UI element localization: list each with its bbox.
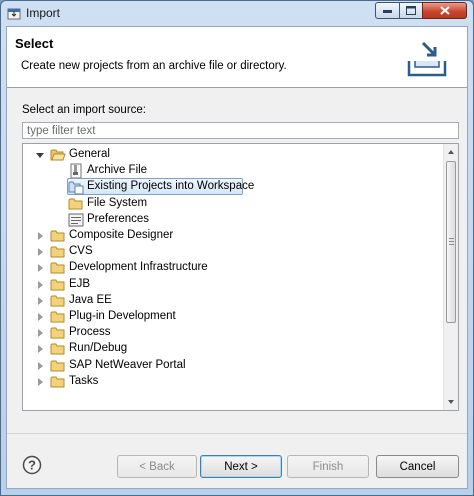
maximize-icon <box>406 6 416 15</box>
tree-item-label: Existing Projects into Workspace <box>87 180 255 193</box>
tree-item[interactable]: SAP NetWeaver Portal <box>23 358 441 374</box>
folder-open-icon <box>50 149 66 161</box>
folder-icon <box>50 262 65 274</box>
tree-item-label: Java EE <box>69 293 112 306</box>
tree-item[interactable]: Archive File <box>23 163 441 179</box>
minimize-button[interactable] <box>375 2 400 19</box>
folder-icon <box>50 279 65 291</box>
preferences-icon <box>68 213 84 227</box>
minimize-icon <box>383 9 392 13</box>
collapse-arrow-icon[interactable] <box>38 313 43 321</box>
scroll-down-icon[interactable] <box>448 400 454 404</box>
tree-item-label: General <box>69 148 110 160</box>
close-icon <box>439 6 450 15</box>
collapse-arrow-icon[interactable] <box>38 296 43 305</box>
collapse-arrow-icon[interactable] <box>38 377 43 386</box>
window-title: Import <box>26 6 61 20</box>
collapse-arrow-icon[interactable] <box>38 329 43 338</box>
next-button[interactable]: Next > <box>200 455 282 478</box>
tree-item-label: File System <box>87 196 148 209</box>
tree-item[interactable]: Run/Debug <box>23 341 441 357</box>
projects-icon <box>68 181 84 195</box>
tree-item[interactable]: Java EE <box>23 293 441 309</box>
collapse-arrow-icon[interactable] <box>38 345 43 354</box>
tree-item-label: Development Infrastructure <box>69 261 208 274</box>
tree-item[interactable]: Tasks <box>23 374 441 390</box>
tree-item-label: SAP NetWeaver Portal <box>69 358 186 371</box>
tree-item[interactable]: Preferences <box>23 212 441 228</box>
tree-item[interactable]: General <box>23 147 441 163</box>
collapse-arrow-icon[interactable] <box>38 232 43 240</box>
folder-icon <box>50 360 65 372</box>
page-title: Select <box>15 36 54 51</box>
tree-item[interactable]: EJB <box>23 277 441 293</box>
folder-icon <box>50 311 65 323</box>
import-source-tree[interactable]: General Archive File Existing Projects int… <box>22 143 459 411</box>
tree-item-label: EJB <box>69 277 91 290</box>
import-source-label: Select an import source: <box>22 104 147 116</box>
finish-button[interactable]: Finish <box>287 455 369 478</box>
tree-item-label: Process <box>69 326 111 339</box>
scrollbar-thumb[interactable] <box>446 161 456 323</box>
cancel-button[interactable]: Cancel <box>376 455 459 478</box>
import-banner-icon <box>407 41 447 77</box>
tree-item[interactable]: CVS <box>23 244 441 260</box>
tree-item[interactable]: Existing Projects into Workspace <box>23 178 441 196</box>
collapse-arrow-icon[interactable] <box>38 361 43 370</box>
tree-item-label: Plug-in Development <box>69 310 176 322</box>
dialog-client-area: Select Create new projects from an archi… <box>6 26 468 489</box>
back-button[interactable]: < Back <box>117 455 197 478</box>
help-icon[interactable]: ? <box>22 455 42 475</box>
scroll-up-icon[interactable] <box>448 150 454 154</box>
import-dialog: Import Select Create new projects from a… <box>0 0 474 496</box>
folder-icon <box>68 198 83 210</box>
collapse-arrow-icon[interactable] <box>38 280 43 289</box>
tree-item-label: Archive File <box>87 164 148 177</box>
collapse-arrow-icon[interactable] <box>38 264 43 273</box>
filter-input[interactable] <box>22 122 459 139</box>
tree-item[interactable]: File System <box>23 196 441 212</box>
tree-item-label: CVS <box>69 245 93 258</box>
wizard-header: Select Create new projects from an archi… <box>7 27 467 88</box>
folder-icon <box>50 295 65 307</box>
tree-item-label: Run/Debug <box>69 342 128 355</box>
tree-item[interactable]: Development Infrastructure <box>23 260 441 276</box>
folder-icon <box>50 327 65 339</box>
svg-text:?: ? <box>28 458 36 473</box>
footer-separator <box>7 433 467 434</box>
tree-item-label: Composite Designer <box>69 229 174 241</box>
folder-icon <box>50 376 65 388</box>
tree-item[interactable]: Plug-in Development <box>23 309 441 325</box>
tree-scrollbar[interactable] <box>443 144 458 410</box>
folder-icon <box>50 343 65 355</box>
tree-item[interactable]: Process <box>23 325 441 341</box>
expand-arrow-icon[interactable] <box>36 153 44 158</box>
tree-item-label: Tasks <box>69 374 99 387</box>
import-window-icon <box>7 8 21 20</box>
tree-item[interactable]: Composite Designer <box>23 228 441 244</box>
collapse-arrow-icon[interactable] <box>38 248 43 257</box>
close-button[interactable] <box>422 2 467 19</box>
folder-icon <box>50 246 65 258</box>
tree-item-label: Preferences <box>87 212 150 225</box>
maximize-button[interactable] <box>399 2 423 19</box>
folder-icon <box>50 230 65 242</box>
page-description: Create new projects from an archive file… <box>21 60 287 72</box>
title-bar[interactable]: Import <box>1 1 473 25</box>
archive-file-icon <box>70 163 82 179</box>
